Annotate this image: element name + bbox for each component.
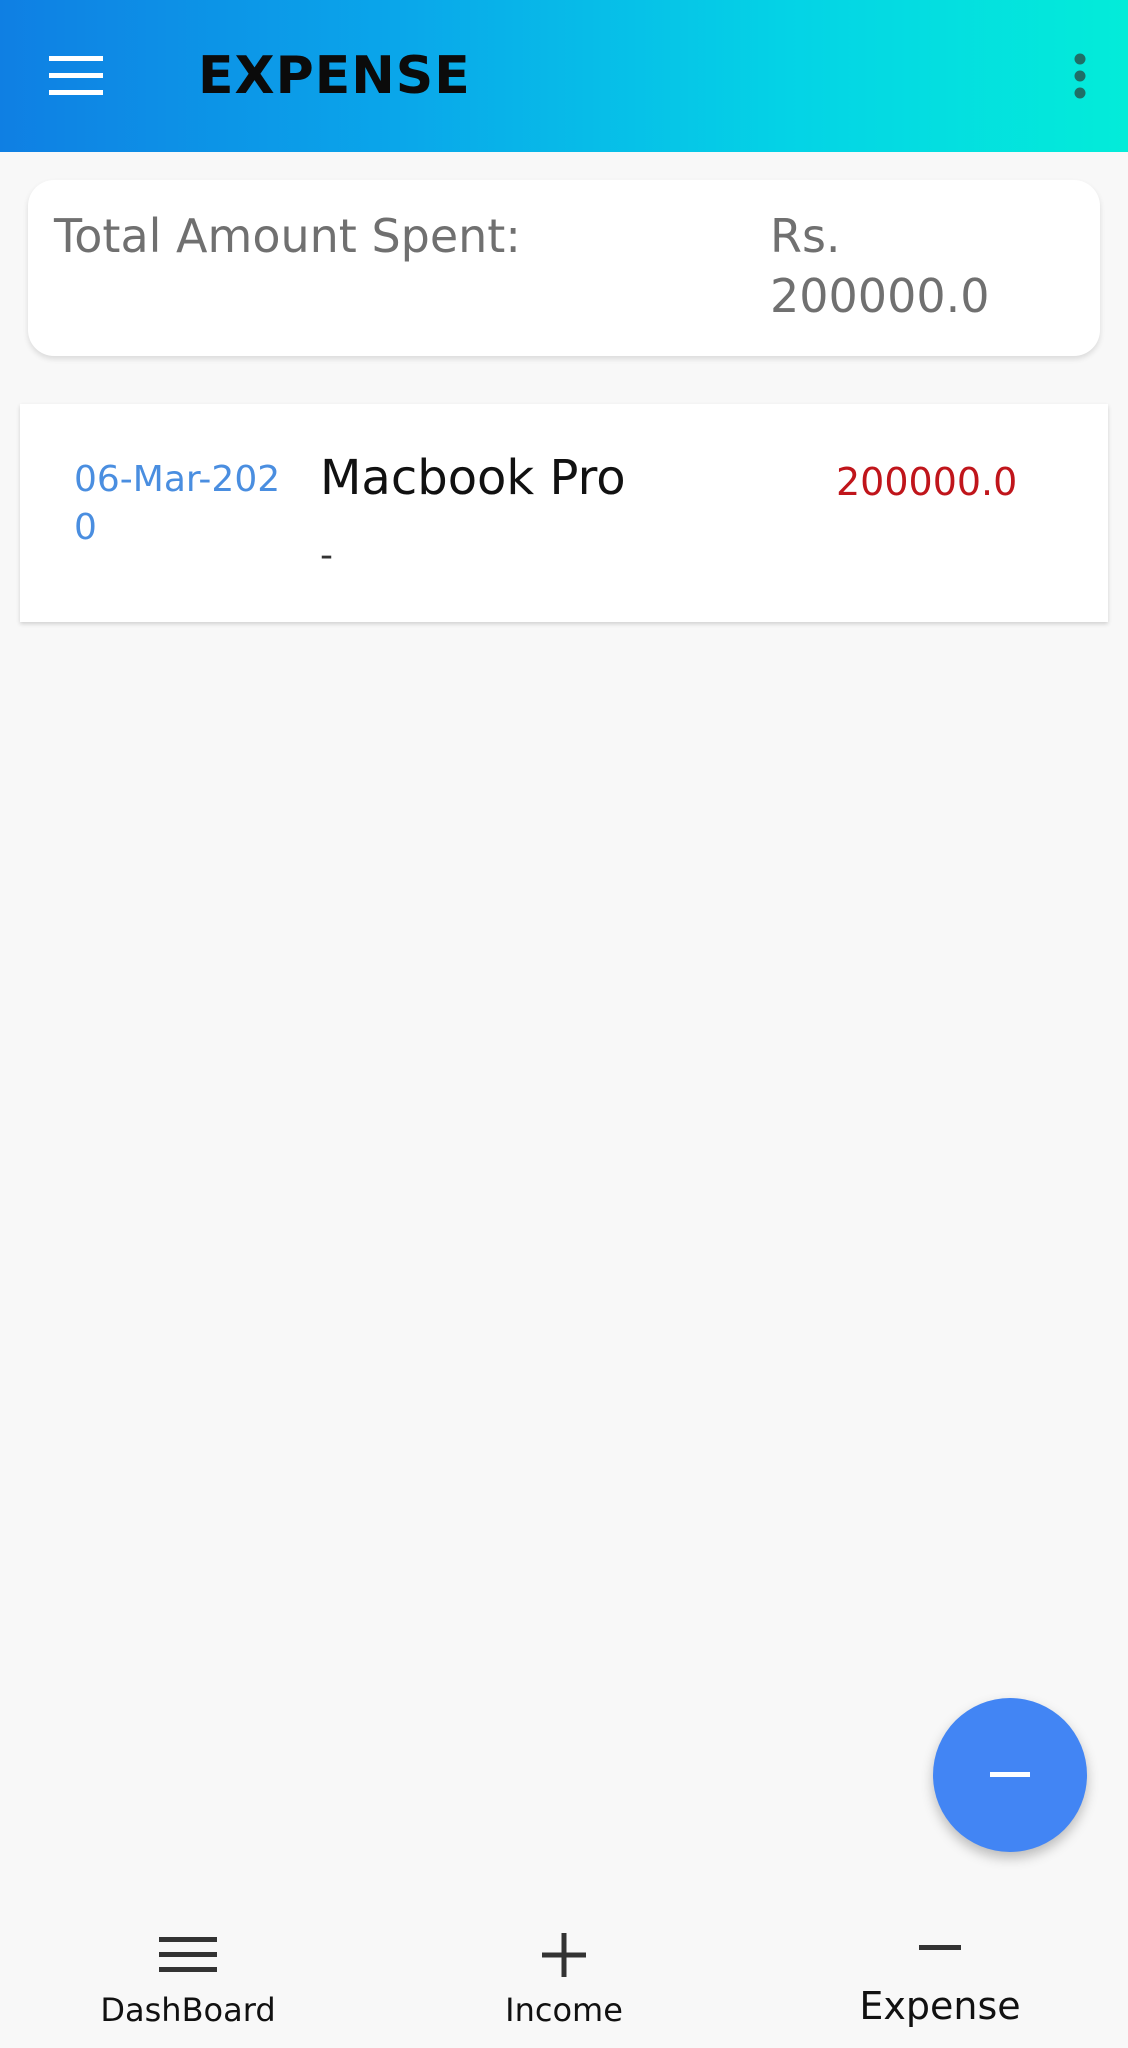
add-expense-fab[interactable] bbox=[933, 1698, 1087, 1852]
app-bar: EXPENSE bbox=[0, 0, 1128, 152]
expense-title: Macbook Pro bbox=[320, 450, 626, 506]
nav-label-dashboard: DashBoard bbox=[100, 1991, 276, 2029]
expense-description: - bbox=[320, 535, 333, 576]
minus-icon bbox=[990, 1772, 1030, 1777]
more-vert-icon bbox=[1074, 53, 1086, 99]
hamburger-menu-icon bbox=[49, 56, 103, 95]
minus-icon bbox=[919, 1945, 961, 1950]
menu-button[interactable] bbox=[36, 40, 116, 112]
expense-amount: 200000.0 bbox=[836, 460, 1018, 504]
total-label: Total Amount Spent: bbox=[54, 209, 521, 263]
bottom-navigation: DashBoard Income Expense bbox=[0, 1900, 1128, 2048]
expense-date: 06-Mar-2020 bbox=[74, 459, 281, 548]
nav-label-expense: Expense bbox=[859, 1984, 1021, 2028]
total-summary-card: Total Amount Spent: Rs. 200000.0 bbox=[28, 180, 1100, 356]
nav-item-expense[interactable]: Expense bbox=[752, 1900, 1128, 2048]
dashboard-icon bbox=[159, 1937, 217, 1972]
page-title: EXPENSE bbox=[198, 46, 471, 106]
expense-list-item[interactable]: 06-Mar-2020 Macbook Pro - 200000.0 bbox=[20, 404, 1108, 622]
more-options-button[interactable] bbox=[1050, 40, 1110, 112]
plus-icon bbox=[542, 1933, 586, 1977]
nav-label-income: Income bbox=[505, 1991, 623, 2029]
total-amount: Rs. 200000.0 bbox=[770, 209, 990, 323]
nav-item-dashboard[interactable]: DashBoard bbox=[0, 1900, 376, 2048]
nav-item-income[interactable]: Income bbox=[376, 1900, 752, 2048]
